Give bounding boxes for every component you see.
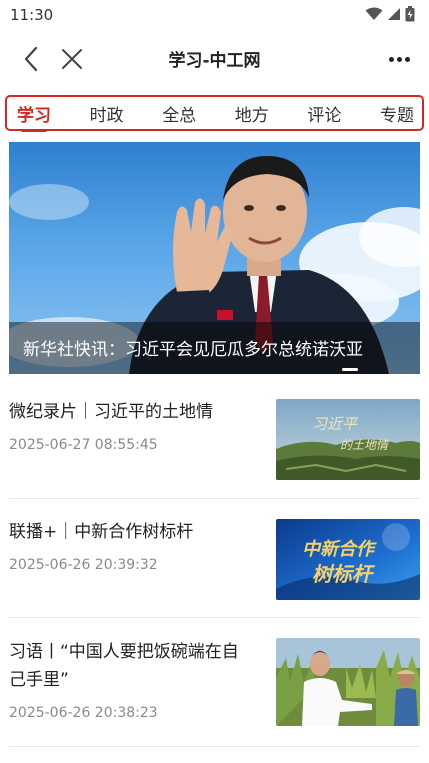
tab-special[interactable]: 专题: [380, 98, 414, 129]
news-time: 2025-06-26 20:39:32: [9, 557, 158, 573]
news-item[interactable]: 习语丨“中国人要把饭碗端在自己手里” 2025-06-26 20:38:23: [9, 619, 420, 747]
news-thumbnail: 习近平 的土地情: [276, 399, 420, 480]
battery-icon: [405, 6, 415, 22]
nav-bar: 学习-中工网: [0, 30, 429, 88]
more-dots-icon: [388, 56, 394, 62]
hero-banner[interactable]: 新华社快讯：习近平会见厄瓜多尔总统诺沃亚: [9, 142, 420, 374]
status-time: 11:30: [10, 6, 54, 24]
news-time: 2025-06-26 20:38:23: [9, 705, 158, 721]
chevron-left-icon: [24, 46, 38, 72]
more-button[interactable]: [385, 46, 413, 72]
news-time: 2025-06-27 08:55:45: [9, 437, 158, 453]
news-title: 微纪录片｜习近平的土地情: [9, 402, 213, 422]
thumb-text: 的土地情: [340, 438, 390, 452]
status-icons: [365, 6, 415, 22]
news-title: 联播+｜中新合作树标杆: [9, 522, 194, 542]
tab-politics[interactable]: 时政: [90, 98, 124, 129]
close-icon: [62, 49, 82, 69]
more-dots-icon: [396, 56, 402, 62]
tab-local[interactable]: 地方: [235, 98, 269, 129]
signal-icon: [388, 8, 400, 20]
tab-commentary[interactable]: 评论: [307, 98, 341, 129]
tab-acftu[interactable]: 全总: [162, 98, 196, 129]
thumb-text: 树标杆: [312, 562, 376, 586]
category-tabs: 学习 时政 全总 地方 评论 专题: [5, 95, 424, 132]
tab-study[interactable]: 学习: [17, 98, 51, 132]
thumb-text: 中新合作: [302, 539, 377, 560]
news-thumbnail: 中新合作 树标杆: [276, 519, 420, 600]
hero-caption: 新华社快讯：习近平会见厄瓜多尔总统诺沃亚: [23, 340, 363, 360]
status-bar: 11:30: [0, 0, 429, 30]
back-button[interactable]: [18, 44, 44, 74]
news-thumbnail: [276, 638, 420, 726]
wifi-icon: [365, 7, 383, 20]
carousel-indicator: [342, 368, 358, 371]
thumb-text: 习近平: [312, 415, 359, 433]
close-button[interactable]: [58, 44, 86, 74]
more-dots-icon: [404, 56, 410, 62]
news-item[interactable]: 微纪录片｜习近平的土地情 2025-06-27 08:55:45 习近平 的土地…: [9, 385, 420, 499]
news-item[interactable]: 联播+｜中新合作树标杆 2025-06-26 20:39:32 中新合作 树标杆: [9, 500, 420, 618]
news-title: 习语丨“中国人要把饭碗端在自己手里”: [9, 642, 239, 690]
